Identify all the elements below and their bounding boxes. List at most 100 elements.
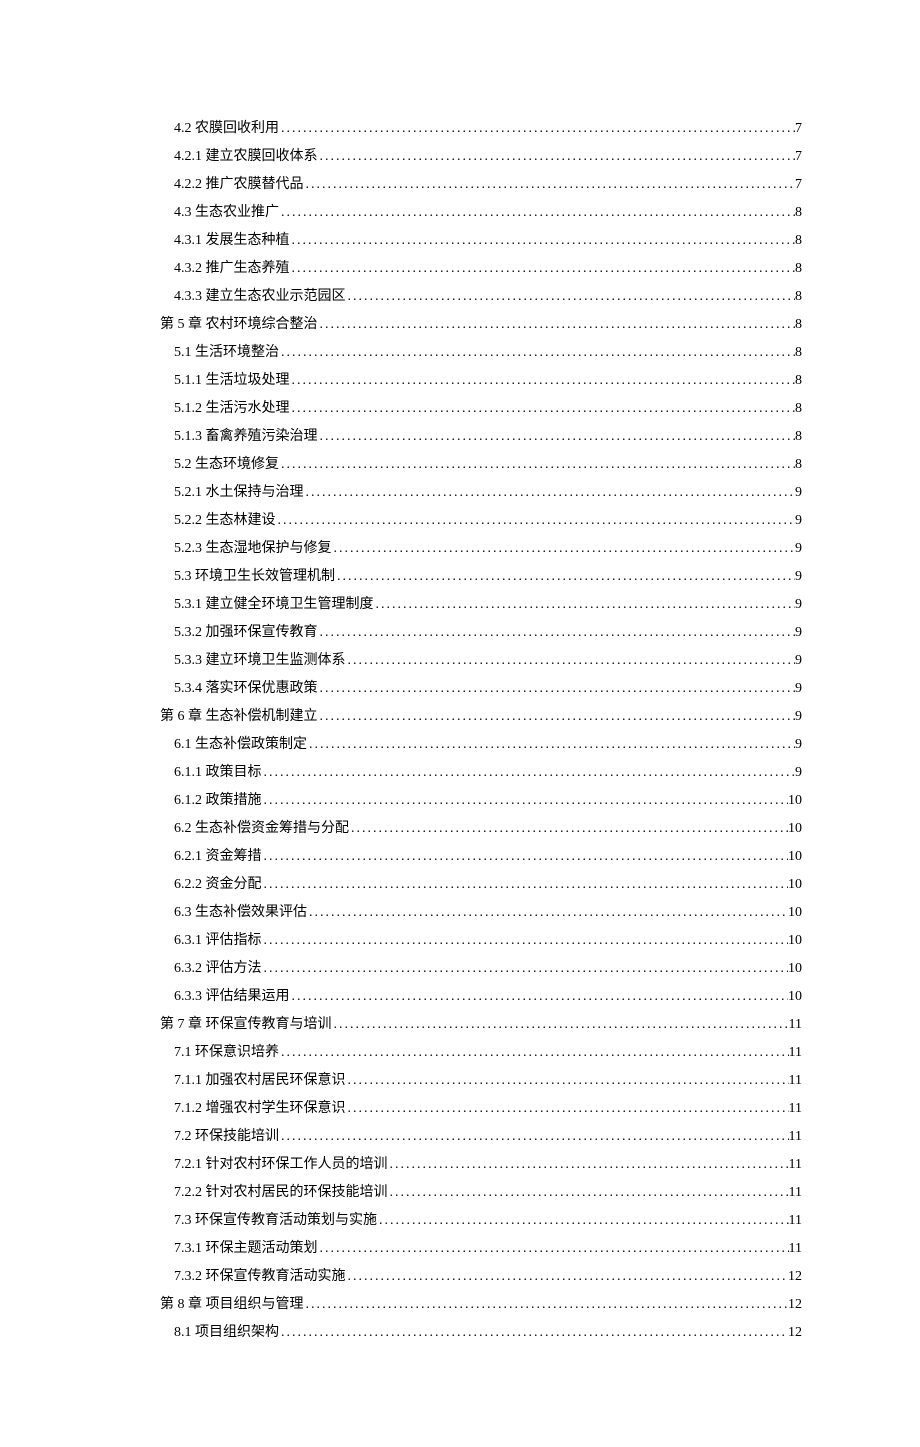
toc-entry-label: 4.3.1 发展生态种植 bbox=[174, 227, 290, 255]
toc-entry-label: 6.3.3 评估结果运用 bbox=[174, 983, 290, 1011]
toc-dot-leader bbox=[304, 171, 796, 199]
toc-dot-leader bbox=[290, 395, 796, 423]
toc-entry-label: 5.3.4 落实环保优惠政策 bbox=[174, 675, 318, 703]
toc-entry[interactable]: 5.2 生态环境修复8 bbox=[160, 451, 802, 479]
toc-entry[interactable]: 5.2.1 水土保持与治理9 bbox=[160, 479, 802, 507]
toc-dot-leader bbox=[318, 703, 796, 731]
toc-entry[interactable]: 4.2.2 推广农膜替代品7 bbox=[160, 171, 802, 199]
toc-entry[interactable]: 6.1 生态补偿政策制定9 bbox=[160, 731, 802, 759]
toc-dot-leader bbox=[335, 563, 795, 591]
toc-entry-label: 8.1 项目组织架构 bbox=[174, 1319, 279, 1347]
toc-entry[interactable]: 5.2.3 生态湿地保护与修复 9 bbox=[160, 535, 802, 563]
toc-entry-page: 10 bbox=[788, 871, 802, 899]
toc-entry[interactable]: 5.3.2 加强环保宣传教育9 bbox=[160, 619, 802, 647]
toc-entry-label: 4.3 生态农业推广 bbox=[174, 199, 279, 227]
toc-dot-leader bbox=[318, 311, 796, 339]
toc-entry-label: 6.3 生态补偿效果评估 bbox=[174, 899, 307, 927]
toc-entry[interactable]: 4.3.3 建立生态农业示范园区8 bbox=[160, 283, 802, 311]
toc-entry[interactable]: 5.3.3 建立环境卫生监测体系9 bbox=[160, 647, 802, 675]
toc-entry[interactable]: 8.1 项目组织架构12 bbox=[160, 1319, 802, 1347]
toc-entry[interactable]: 5.3.1 建立健全环境卫生管理制度9 bbox=[160, 591, 802, 619]
toc-dot-leader bbox=[279, 115, 795, 143]
toc-entry-label: 5.2 生态环境修复 bbox=[174, 451, 279, 479]
toc-entry[interactable]: 6.3.1 评估指标 10 bbox=[160, 927, 802, 955]
toc-entry-label: 5.2.2 生态林建设 bbox=[174, 507, 276, 535]
toc-entry[interactable]: 4.2 农膜回收利用7 bbox=[160, 115, 802, 143]
toc-entry[interactable]: 4.3.2 推广生态养殖8 bbox=[160, 255, 802, 283]
toc-entry[interactable]: 第 5 章 农村环境综合整治 8 bbox=[160, 311, 802, 339]
toc-dot-leader bbox=[374, 591, 796, 619]
toc-dot-leader bbox=[279, 1319, 788, 1347]
toc-entry-page: 9 bbox=[795, 535, 802, 563]
toc-entry-label: 第 8 章 项目组织与管理 bbox=[160, 1291, 304, 1319]
toc-entry[interactable]: 5.1 生活环境整治8 bbox=[160, 339, 802, 367]
toc-entry-label: 7.1.1 加强农村居民环保意识 bbox=[174, 1067, 346, 1095]
toc-entry[interactable]: 7.3 环保宣传教育活动策划与实施11 bbox=[160, 1207, 802, 1235]
toc-entry[interactable]: 第 7 章 环保宣传教育与培训11 bbox=[160, 1011, 802, 1039]
toc-entry-label: 6.2.1 资金筹措 bbox=[174, 843, 262, 871]
toc-entry-page: 7 bbox=[795, 143, 802, 171]
toc-entry[interactable]: 4.3.1 发展生态种植 8 bbox=[160, 227, 802, 255]
toc-entry-label: 4.2 农膜回收利用 bbox=[174, 115, 279, 143]
toc-entry[interactable]: 第 6 章 生态补偿机制建立9 bbox=[160, 703, 802, 731]
toc-entry-page: 12 bbox=[788, 1291, 802, 1319]
toc-dot-leader bbox=[279, 451, 795, 479]
toc-entry[interactable]: 7.3.2 环保宣传教育活动实施12 bbox=[160, 1263, 802, 1291]
toc-entry-label: 第 5 章 农村环境综合整治 bbox=[160, 311, 318, 339]
toc-entry[interactable]: 6.1.2 政策措施 10 bbox=[160, 787, 802, 815]
toc-entry-page: 11 bbox=[789, 1095, 802, 1123]
toc-entry[interactable]: 4.2.1 建立农膜回收体系 7 bbox=[160, 143, 802, 171]
toc-entry[interactable]: 5.3.4 落实环保优惠政策 9 bbox=[160, 675, 802, 703]
toc-entry[interactable]: 6.3 生态补偿效果评估10 bbox=[160, 899, 802, 927]
toc-entry[interactable]: 7.1 环保意识培养11 bbox=[160, 1039, 802, 1067]
toc-dot-leader bbox=[349, 815, 788, 843]
toc-entry[interactable]: 6.2.2 资金分配 10 bbox=[160, 871, 802, 899]
toc-entry-page: 11 bbox=[789, 1039, 802, 1067]
toc-entry-label: 5.1.1 生活垃圾处理 bbox=[174, 367, 290, 395]
toc-entry[interactable]: 7.3.1 环保主题活动策划 11 bbox=[160, 1235, 802, 1263]
toc-dot-leader bbox=[290, 255, 796, 283]
toc-entry-label: 5.1 生活环境整治 bbox=[174, 339, 279, 367]
toc-entry-page: 8 bbox=[795, 227, 802, 255]
toc-entry-label: 7.2.2 针对农村居民的环保技能培训 bbox=[174, 1179, 388, 1207]
toc-entry-label: 4.3.2 推广生态养殖 bbox=[174, 255, 290, 283]
toc-entry-page: 8 bbox=[795, 311, 802, 339]
toc-entry-label: 7.1.2 增强农村学生环保意识 bbox=[174, 1095, 346, 1123]
toc-entry[interactable]: 7.2 环保技能培训11 bbox=[160, 1123, 802, 1151]
toc-entry[interactable]: 5.1.2 生活污水处理8 bbox=[160, 395, 802, 423]
toc-entry[interactable]: 5.3 环境卫生长效管理机制9 bbox=[160, 563, 802, 591]
toc-entry[interactable]: 5.1.1 生活垃圾处理8 bbox=[160, 367, 802, 395]
toc-dot-leader bbox=[346, 1067, 789, 1095]
toc-entry[interactable]: 6.1.1 政策目标9 bbox=[160, 759, 802, 787]
toc-entry-label: 4.2.1 建立农膜回收体系 bbox=[174, 143, 318, 171]
toc-entry-page: 11 bbox=[789, 1235, 802, 1263]
toc-dot-leader bbox=[318, 675, 796, 703]
toc-entry-page: 7 bbox=[795, 171, 802, 199]
toc-entry[interactable]: 6.3.3 评估结果运用10 bbox=[160, 983, 802, 1011]
toc-entry-page: 12 bbox=[788, 1263, 802, 1291]
toc-dot-leader bbox=[318, 1235, 789, 1263]
toc-entry-label: 4.3.3 建立生态农业示范园区 bbox=[174, 283, 346, 311]
toc-entry[interactable]: 5.1.3 畜禽养殖污染治理8 bbox=[160, 423, 802, 451]
toc-dot-leader bbox=[279, 199, 795, 227]
toc-entry[interactable]: 第 8 章 项目组织与管理 12 bbox=[160, 1291, 802, 1319]
toc-dot-leader bbox=[332, 1011, 789, 1039]
toc-entry[interactable]: 6.2.1 资金筹措 10 bbox=[160, 843, 802, 871]
toc-dot-leader bbox=[307, 731, 795, 759]
toc-dot-leader bbox=[262, 871, 789, 899]
toc-entry[interactable]: 4.3 生态农业推广8 bbox=[160, 199, 802, 227]
toc-entry-page: 9 bbox=[795, 675, 802, 703]
toc-entry[interactable]: 5.2.2 生态林建设9 bbox=[160, 507, 802, 535]
toc-entry[interactable]: 7.1.1 加强农村居民环保意识 11 bbox=[160, 1067, 802, 1095]
toc-entry-page: 11 bbox=[789, 1179, 802, 1207]
toc-entry-label: 5.2.3 生态湿地保护与修复 bbox=[174, 535, 332, 563]
toc-entry-page: 11 bbox=[789, 1067, 802, 1095]
toc-entry[interactable]: 7.2.1 针对农村环保工作人员的培训11 bbox=[160, 1151, 802, 1179]
toc-entry[interactable]: 7.2.2 针对农村居民的环保技能培训 11 bbox=[160, 1179, 802, 1207]
toc-entry[interactable]: 6.3.2 评估方法 10 bbox=[160, 955, 802, 983]
toc-entry-label: 6.3.2 评估方法 bbox=[174, 955, 262, 983]
toc-entry-label: 5.1.3 畜禽养殖污染治理 bbox=[174, 423, 318, 451]
toc-entry[interactable]: 6.2 生态补偿资金筹措与分配10 bbox=[160, 815, 802, 843]
toc-page: 4.2 农膜回收利用74.2.1 建立农膜回收体系74.2.2 推广农膜替代品7… bbox=[0, 0, 920, 1447]
toc-entry[interactable]: 7.1.2 增强农村学生环保意识 11 bbox=[160, 1095, 802, 1123]
